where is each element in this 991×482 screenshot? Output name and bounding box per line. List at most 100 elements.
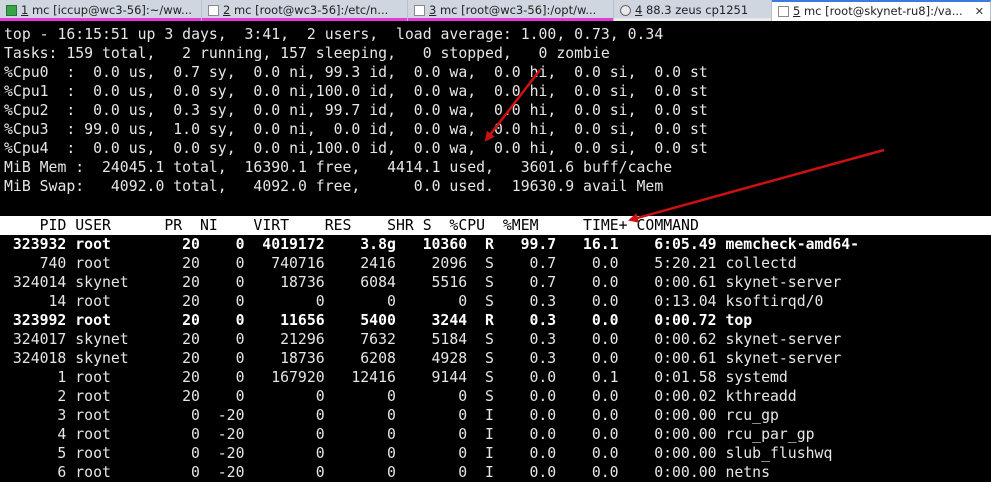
process-shr: 9144 [431, 369, 468, 386]
process-pid: 3 [57, 407, 67, 424]
process-mem: 0.0 [591, 464, 619, 481]
process-pid: 14 [48, 293, 67, 310]
process-time: 0:13.04 [654, 293, 717, 310]
process-s: R [484, 312, 494, 329]
tab-label: 5 mc [root@skynet-ru8]:/va... [793, 4, 963, 18]
process-command: ksoftirqd/0 [725, 293, 824, 310]
process-s: I [484, 464, 494, 481]
tab-3[interactable]: 3 mc [root@wc3-56]:/opt/w... [408, 0, 614, 21]
process-shr: 0 [458, 293, 468, 310]
process-res: 0 [386, 445, 396, 462]
tab-5-active[interactable]: 5 mc [root@skynet-ru8]:/va... ✕ [772, 0, 991, 21]
process-pr: 20 [182, 331, 200, 348]
process-pr: 0 [191, 464, 200, 481]
process-virt: 0 [315, 388, 325, 405]
process-s: R [484, 236, 494, 253]
tab-4[interactable]: 4 88.3 zeus cp1251 [614, 0, 772, 21]
process-cpu: 0.3 [529, 331, 557, 348]
process-user: root [75, 388, 111, 405]
cpu2-line: %Cpu2 : 0.0 us, 0.3 sy, 0.0 ni, 99.7 id,… [4, 102, 708, 119]
process-user: root [75, 407, 111, 424]
process-virt: 167920 [271, 369, 325, 386]
process-s: I [484, 426, 494, 443]
process-row: 3 root 0 -20 0 0 0 I 0.0 0.0 0:00.00 rcu_gp [4, 406, 868, 425]
process-cpu: 99.7 [520, 236, 557, 253]
process-cpu: 0.3 [529, 350, 557, 367]
process-cpu: 0.3 [529, 293, 557, 310]
process-pr: 0 [191, 407, 200, 424]
tab-1[interactable]: 1 mc [iccup@wc3-56]:~/ww... [0, 0, 202, 21]
process-row: 1 root 20 0 167920 12416 9144 S 0.0 0.1 0:01.58 sys… [4, 368, 868, 387]
process-mem: 0.0 [591, 388, 619, 405]
process-pid: 323992 [12, 312, 67, 329]
process-command: memcheck-amd64- [725, 236, 860, 253]
process-ni: 0 [235, 293, 245, 310]
uptime-line: top - 16:15:51 up 3 days, 3:41, 2 users,… [4, 26, 664, 43]
cpu0-line: %Cpu0 : 0.0 us, 0.7 sy, 0.0 ni, 99.3 id,… [4, 64, 708, 81]
process-shr: 0 [458, 426, 468, 443]
process-shr: 10360 [422, 236, 468, 253]
process-s: S [484, 274, 494, 291]
process-virt: 11656 [280, 312, 325, 329]
cpu1-line: %Cpu1 : 0.0 us, 0.0 sy, 0.0 ni,100.0 id,… [4, 83, 708, 100]
process-pr: 20 [182, 255, 200, 272]
process-ni: -20 [217, 407, 245, 424]
process-s: I [484, 407, 494, 424]
process-ni: 0 [235, 331, 245, 348]
process-mem: 16.1 [582, 236, 619, 253]
process-command: rcu_gp [725, 407, 779, 424]
process-user: root [75, 312, 111, 329]
process-shr: 3244 [431, 312, 468, 329]
process-user: skynet [75, 274, 129, 291]
process-ni: 0 [235, 312, 245, 329]
process-mem: 0.0 [591, 407, 619, 424]
process-time: 0:01.58 [654, 369, 717, 386]
terminal-icon [6, 5, 17, 16]
process-cpu: 0.0 [529, 464, 557, 481]
tab-2[interactable]: 2 mc [root@wc3-56]:/etc/n... [202, 0, 408, 21]
process-row: 14 root 20 0 0 0 0 S 0.3 0.0 0:13.04 ksoftirqd/0 [4, 292, 868, 311]
process-s: S [484, 331, 494, 348]
swap-line: MiB Swap: 4092.0 total, 4092.0 free, 0.0… [4, 178, 664, 195]
tasks-line: Tasks: 159 total, 2 running, 157 sleepin… [4, 45, 610, 62]
process-shr: 4928 [431, 350, 468, 367]
process-row: 324014 skynet 20 0 18736 6084 5516 S 0.7 0.0 0:00.… [4, 273, 868, 292]
process-mem: 0.0 [591, 312, 619, 329]
process-shr: 0 [458, 445, 468, 462]
process-user: root [75, 236, 111, 253]
process-user: root [75, 293, 111, 310]
tab-underline [0, 18, 201, 21]
process-ni: 0 [235, 388, 245, 405]
process-time: 0:00.00 [654, 426, 717, 443]
process-ni: -20 [217, 464, 245, 481]
process-user: root [75, 426, 111, 443]
process-virt: 0 [315, 445, 325, 462]
process-res: 3.8g [360, 236, 396, 253]
process-s: S [484, 369, 494, 386]
process-res: 0 [386, 464, 396, 481]
process-command: kthreadd [725, 388, 797, 405]
process-pr: 20 [182, 388, 200, 405]
process-command: skynet-server [725, 350, 842, 367]
process-command: systemd [725, 369, 788, 386]
close-icon[interactable]: ✕ [975, 2, 984, 21]
process-ni: 0 [235, 274, 245, 291]
process-pid: 4 [57, 426, 67, 443]
process-time: 0:00.61 [654, 350, 717, 367]
process-s: S [484, 388, 494, 405]
process-ni: 0 [235, 255, 245, 272]
process-table-header: PID USER PR NI VIRT RES SHR S %CPU %MEM … [0, 216, 991, 235]
process-shr: 0 [458, 407, 468, 424]
process-virt: 18736 [280, 350, 325, 367]
process-pr: 20 [182, 350, 200, 367]
process-row: 6 root 0 -20 0 0 0 I 0.0 0.0 0:00.00 netns [4, 463, 868, 482]
process-cpu: 0.7 [529, 255, 557, 272]
process-res: 6208 [360, 350, 396, 367]
process-command: rcu_par_gp [725, 426, 815, 443]
process-command: top [725, 312, 753, 329]
process-s: S [484, 293, 494, 310]
process-res: 0 [386, 293, 396, 310]
process-time: 5:20.21 [654, 255, 717, 272]
process-virt: 4019172 [262, 236, 325, 253]
process-ni: 0 [235, 369, 245, 386]
